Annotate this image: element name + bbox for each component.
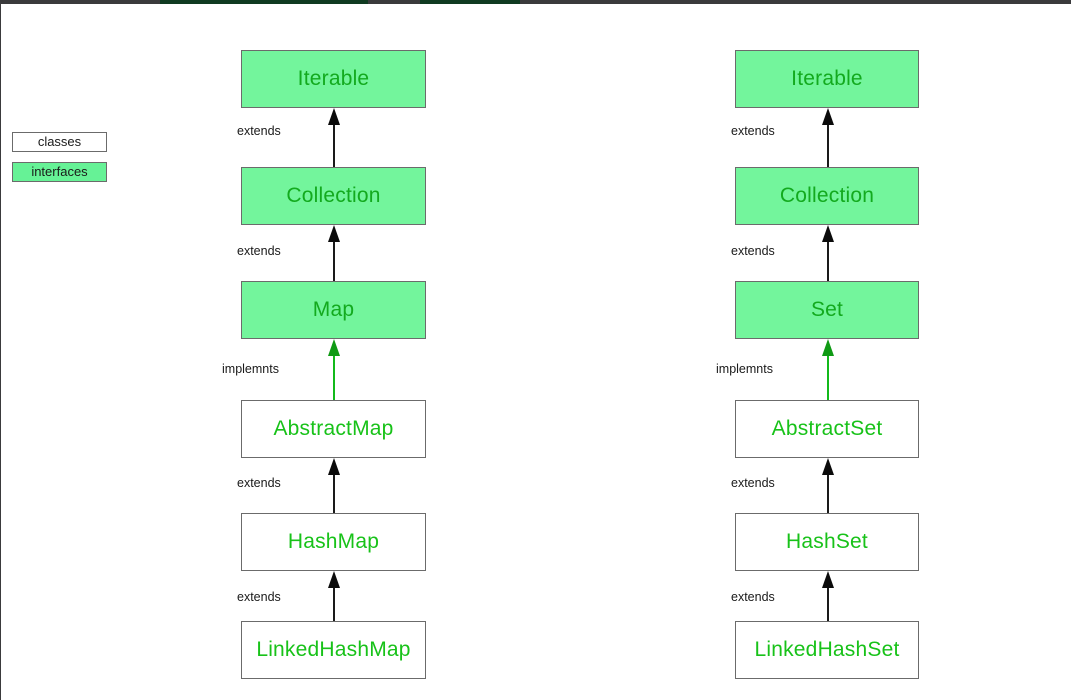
extends-arrowhead-icon: [328, 108, 340, 125]
extends-arrowhead-icon: [328, 225, 340, 242]
extends-arrowhead-icon: [822, 225, 834, 242]
edge-label-extends: extends: [237, 476, 281, 490]
node-label: HashMap: [287, 530, 380, 553]
extends-arrowhead-icon: [328, 571, 340, 588]
legend-item-classes: classes: [12, 132, 107, 152]
node-set-set[interactable]: Set: [735, 281, 919, 339]
node-label: Iterable: [791, 67, 863, 90]
node-set-iterable[interactable]: Iterable: [735, 50, 919, 108]
implements-arrowhead-icon: [328, 339, 340, 356]
node-set-hashset[interactable]: HashSet: [735, 513, 919, 571]
node-map-iterable[interactable]: Iterable: [241, 50, 426, 108]
edge-shaft: [827, 242, 829, 281]
node-set-linkedhashset[interactable]: LinkedHashSet: [735, 621, 919, 679]
extends-arrowhead-icon: [822, 571, 834, 588]
node-label: AbstractMap: [273, 417, 394, 440]
implements-arrowhead-icon: [822, 339, 834, 356]
edge-shaft: [827, 588, 829, 621]
edge-shaft: [333, 475, 335, 513]
edge-label-implements: implemnts: [716, 362, 773, 376]
edge-label-extends: extends: [237, 590, 281, 604]
edge-label-extends: extends: [237, 244, 281, 258]
edge-shaft: [333, 125, 335, 167]
extends-arrowhead-icon: [328, 458, 340, 475]
node-label: AbstractSet: [771, 417, 883, 440]
extends-arrowhead-icon: [822, 108, 834, 125]
node-set-collection[interactable]: Collection: [735, 167, 919, 225]
legend-item-interfaces: interfaces: [12, 162, 107, 182]
edge-shaft: [333, 588, 335, 621]
node-label: Collection: [286, 184, 381, 207]
node-set-abstractset[interactable]: AbstractSet: [735, 400, 919, 458]
extends-arrowhead-icon: [822, 458, 834, 475]
edge-shaft: [827, 356, 829, 400]
node-map-collection[interactable]: Collection: [241, 167, 426, 225]
edge-shaft: [333, 356, 335, 400]
node-label: LinkedHashSet: [754, 638, 900, 661]
node-label: LinkedHashMap: [256, 638, 411, 661]
edge-shaft: [827, 475, 829, 513]
diagram-canvas: classes interfaces extends extends implemn…: [0, 4, 1071, 700]
node-map-hashmap[interactable]: HashMap: [241, 513, 426, 571]
node-map-linkedhashmap[interactable]: LinkedHashMap: [241, 621, 426, 679]
node-map-abstractmap[interactable]: AbstractMap: [241, 400, 426, 458]
node-map-map[interactable]: Map: [241, 281, 426, 339]
node-label: Set: [810, 298, 844, 321]
edge-label-extends: extends: [731, 124, 775, 138]
edge-label-extends: extends: [731, 244, 775, 258]
edge-label-extends: extends: [731, 590, 775, 604]
edge-shaft: [827, 125, 829, 167]
edge-label-implements: implemnts: [222, 362, 279, 376]
edge-label-extends: extends: [731, 476, 775, 490]
edge-label-extends: extends: [237, 124, 281, 138]
node-label: HashSet: [786, 530, 868, 553]
node-label: Iterable: [297, 67, 370, 90]
edge-shaft: [333, 242, 335, 281]
node-label: Collection: [779, 184, 875, 207]
node-label: Map: [312, 298, 355, 321]
